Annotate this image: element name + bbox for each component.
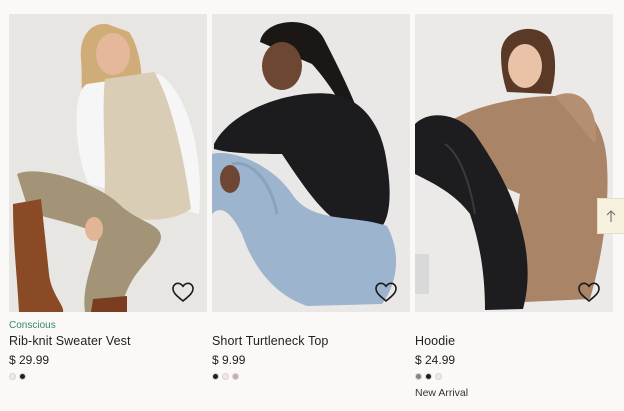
heart-icon[interactable] [374, 281, 398, 303]
product-image[interactable] [9, 14, 207, 312]
color-swatch[interactable] [415, 373, 422, 380]
product-info: Conscious Rib-knit Sweater Vest $ 29.99 [9, 312, 207, 381]
color-swatch[interactable] [232, 373, 239, 380]
product-image[interactable] [415, 14, 613, 312]
color-swatches [415, 373, 613, 381]
product-card[interactable]: Short Turtleneck Top $ 9.99 [212, 14, 410, 399]
product-price: $ 24.99 [415, 353, 456, 367]
color-swatch[interactable] [222, 373, 229, 380]
color-swatches [9, 373, 207, 381]
product-image[interactable] [212, 14, 410, 312]
color-swatch[interactable] [212, 373, 219, 380]
product-card[interactable]: Conscious Rib-knit Sweater Vest $ 29.99 [9, 14, 207, 399]
product-price: $ 29.99 [9, 353, 50, 367]
color-swatches [212, 373, 410, 381]
product-info: Short Turtleneck Top $ 9.99 [212, 312, 410, 381]
conscious-tag: Conscious [9, 320, 56, 331]
color-swatch[interactable] [19, 373, 26, 380]
product-price: $ 9.99 [212, 353, 246, 367]
product-card[interactable]: Hoodie $ 24.99 New Arrival [415, 14, 613, 399]
product-grid: Conscious Rib-knit Sweater Vest $ 29.99 [9, 14, 613, 399]
heart-icon[interactable] [577, 281, 601, 303]
color-swatch[interactable] [435, 373, 442, 380]
heart-icon[interactable] [171, 281, 195, 303]
color-swatch[interactable] [425, 373, 432, 380]
product-title[interactable]: Rib-knit Sweater Vest [9, 333, 207, 349]
arrow-up-icon [606, 210, 616, 222]
product-title[interactable]: Short Turtleneck Top [212, 333, 410, 349]
scroll-to-top-button[interactable] [597, 198, 624, 234]
new-arrival-badge: New Arrival [415, 387, 469, 399]
product-title[interactable]: Hoodie [415, 333, 613, 349]
color-swatch[interactable] [9, 373, 16, 380]
product-info: Hoodie $ 24.99 New Arrival [415, 312, 613, 399]
